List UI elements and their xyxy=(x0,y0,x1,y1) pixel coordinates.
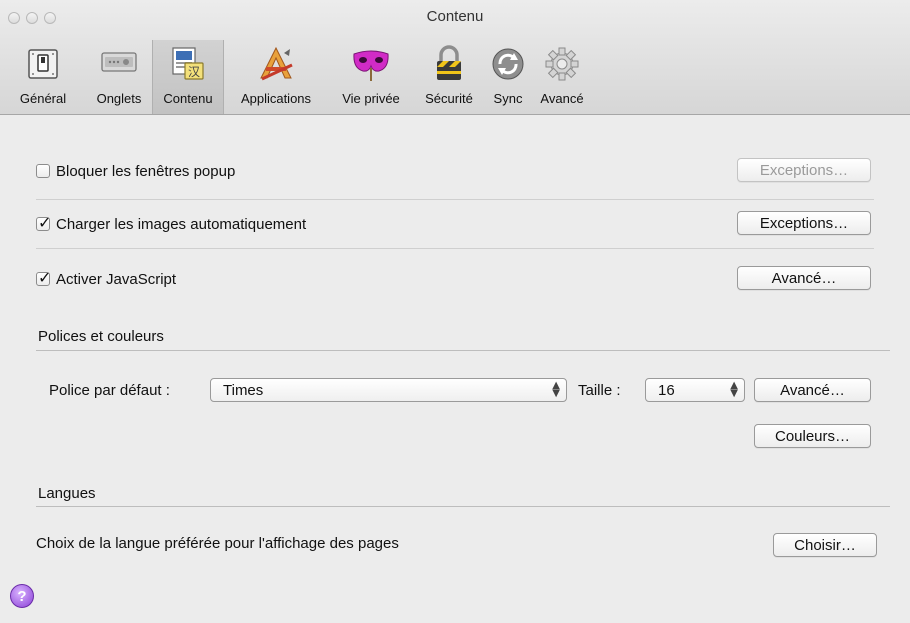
separator-1 xyxy=(36,199,874,200)
languages-section-title: Langues xyxy=(38,485,96,502)
languages-section-separator xyxy=(36,506,890,507)
separator-2 xyxy=(36,248,874,249)
colors-button[interactable]: Couleurs… xyxy=(754,424,871,448)
tab-sync-label: Sync xyxy=(493,91,523,106)
popup-exceptions-button[interactable]: Exceptions… xyxy=(737,158,871,182)
gear-icon xyxy=(542,44,582,84)
tab-vie-privee[interactable]: Vie privée xyxy=(328,40,414,114)
fonts-section-title: Polices et couleurs xyxy=(38,328,164,345)
images-label: Charger les images automatiquement xyxy=(56,215,307,233)
tab-onglets[interactable]: Onglets xyxy=(86,40,152,114)
tab-general-label: Général xyxy=(19,91,67,106)
font-size-select[interactable]: 16 ▲ ▼ xyxy=(645,378,745,402)
tab-applications[interactable]: Applications xyxy=(224,40,328,114)
fonts-section-separator xyxy=(36,350,890,351)
help-button[interactable]: ? xyxy=(10,584,34,608)
default-font-value: Times xyxy=(223,381,264,399)
tab-contenu[interactable]: 汉 Contenu xyxy=(152,40,224,114)
privacy-mask-icon xyxy=(351,44,391,84)
tab-avance[interactable]: Avancé xyxy=(532,40,592,114)
tab-applications-label: Applications xyxy=(240,91,312,106)
javascript-checkbox[interactable] xyxy=(36,268,51,287)
sync-icon xyxy=(488,44,528,84)
tab-general[interactable]: Général xyxy=(0,40,86,114)
default-font-select[interactable]: Times ▲ ▼ xyxy=(210,378,567,402)
javascript-advanced-button[interactable]: Avancé… xyxy=(737,266,871,290)
content-pane: Bloquer les fenêtres popup Exceptions… C… xyxy=(0,115,910,623)
tabs-icon xyxy=(99,44,139,84)
size-label: Taille : xyxy=(578,382,621,399)
preferences-tabs: Général Onglets 汉 Contenu Applications V… xyxy=(0,40,592,114)
images-checkbox[interactable] xyxy=(36,213,51,232)
default-font-label: Police par défaut : xyxy=(49,382,170,399)
font-size-value: 16 xyxy=(658,381,675,399)
tab-securite[interactable]: Sécurité xyxy=(414,40,484,114)
tab-onglets-label: Onglets xyxy=(96,91,142,106)
switch-icon xyxy=(23,44,63,84)
language-description: Choix de la langue préférée pour l'affic… xyxy=(36,535,399,552)
popup-checkbox[interactable] xyxy=(36,164,50,178)
tab-avance-label: Avancé xyxy=(540,91,584,106)
javascript-label: Activer JavaScript xyxy=(56,270,177,288)
choose-language-button[interactable]: Choisir… xyxy=(773,533,877,557)
toolbar: Contenu Général Onglets 汉 Contenu Applic… xyxy=(0,0,910,115)
content-icon: 汉 xyxy=(168,44,208,84)
popup-label: Bloquer les fenêtres popup xyxy=(56,162,236,180)
images-exceptions-button[interactable]: Exceptions… xyxy=(737,211,871,235)
fonts-advanced-button[interactable]: Avancé… xyxy=(754,378,871,402)
lock-icon xyxy=(429,44,469,84)
tab-securite-label: Sécurité xyxy=(425,91,473,106)
tab-contenu-label: Contenu xyxy=(163,91,213,106)
tab-sync[interactable]: Sync xyxy=(484,40,532,114)
tab-vie-privee-label: Vie privée xyxy=(342,91,400,106)
preferences-window: Contenu Général Onglets 汉 Contenu Applic… xyxy=(0,0,910,623)
svg-text:汉: 汉 xyxy=(188,65,200,79)
size-arrows-icon: ▲ ▼ xyxy=(730,380,738,399)
window-title: Contenu xyxy=(426,8,484,25)
select-arrows-icon: ▲ ▼ xyxy=(552,380,560,399)
applications-icon xyxy=(256,44,296,84)
